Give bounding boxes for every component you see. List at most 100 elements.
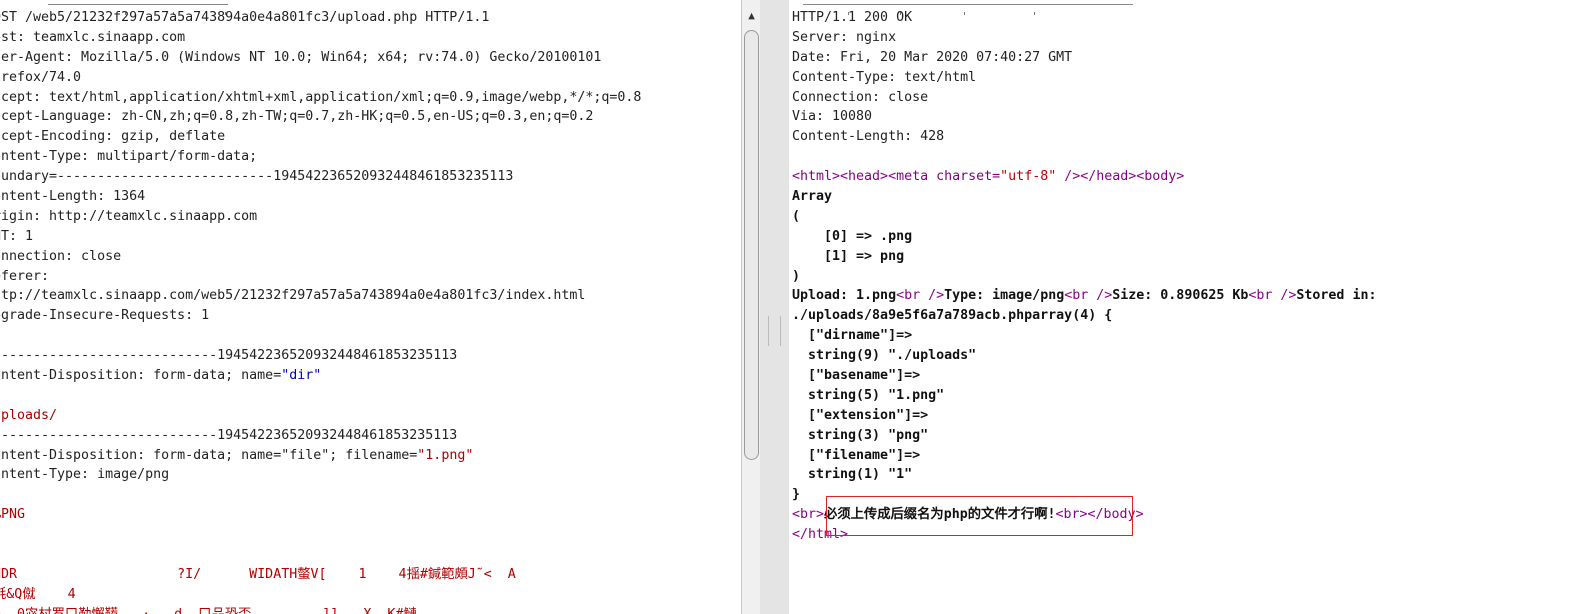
response-line: Server: nginx — [792, 28, 1376, 48]
request-line: ontent-Type: multipart/form-data; — [0, 147, 641, 167]
response-line: ​ — [792, 147, 1376, 167]
response-text-segment: string(9) "./uploads" — [792, 348, 977, 364]
request-line: ----------------------------194542236520… — [0, 426, 641, 446]
response-text-segment: HTTP/1.1 200 OK — [792, 10, 913, 25]
splitter-grip-icon[interactable] — [768, 316, 781, 346]
response-line: ["extension"]=> — [792, 406, 1376, 426]
request-vertical-scrollbar[interactable]: ▲ — [741, 0, 761, 614]
response-line: Array — [792, 187, 1376, 207]
request-text-segment: pgrade-Insecure-Requests: 1 — [0, 308, 210, 324]
response-viewer-pane[interactable]: HTTP/1.1 200 OK Server: nginx Date: Fri, 2… — [789, 0, 1582, 614]
response-text[interactable]: HTTP/1.1 200 OK Server: nginx Date: Fri, 2… — [792, 8, 1376, 545]
request-line: OST /web5/21232f297a57a5a743894a0e4a801f… — [0, 8, 641, 28]
request-text-segment: OST /web5/21232f297a57a5a743894a0e4a801f… — [0, 10, 490, 25]
request-text-segment: ser-Agent: Mozilla/5.0 (Windows NT 10.0;… — [0, 49, 602, 65]
response-text-segment: charset — [936, 169, 993, 185]
request-line: rigin: http://teamxlc.sinaapp.com — [0, 207, 641, 227]
request-line: NT: 1 — [0, 227, 641, 247]
request-text-segment: ccept: text/html,application/xhtml+xml,a… — [0, 89, 642, 105]
response-text-segment: ) — [792, 268, 801, 284]
response-text-segment: /></head><body> — [1056, 169, 1185, 185]
request-line: ‰PNG — [0, 505, 641, 525]
request-line: eferer: — [0, 267, 641, 287]
request-text-segment: ontent-Disposition: form-data; name= — [0, 368, 282, 384]
response-text-segment: Stored in: — [1296, 288, 1377, 304]
response-line: ) — [792, 267, 1376, 287]
response-line: Via: 10080 — [792, 107, 1376, 127]
scrollbar-thumb[interactable] — [744, 30, 759, 460]
request-line: ser-Agent: Mozilla/5.0 (Windows NT 10.0;… — [0, 48, 641, 68]
request-line: ontent-Disposition: form-data; name="fil… — [0, 446, 641, 466]
request-text-segment: eferer: — [0, 268, 50, 284]
response-line: Content-Type: text/html — [792, 68, 1376, 88]
response-text-segment: ["extension"]=> — [792, 407, 929, 423]
response-text-segment: 必须上传成后缀名为php的文件才行啊! — [824, 507, 1056, 523]
request-text-segment: ccept-Encoding: gzip, deflate — [0, 129, 226, 145]
request-line: ttp://teamxlc.sinaapp.com/web5/21232f297… — [0, 286, 641, 306]
response-text-segment: <html><head><meta — [792, 169, 937, 185]
request-line: ccept: text/html,application/xhtml+xml,a… — [0, 88, 641, 108]
response-text-segment: Content-Length: 428 — [792, 129, 945, 145]
request-line: ccept-Encoding: gzip, deflate — [0, 127, 641, 147]
response-line: string(1) "1" — [792, 465, 1376, 485]
response-text-segment: string(3) "png" — [792, 427, 929, 443]
request-text-segment: ttp://teamxlc.sinaapp.com/web5/21232f297… — [0, 288, 586, 304]
request-line: ​ — [0, 485, 641, 505]
response-line: Connection: close — [792, 88, 1376, 108]
response-line: ["filename"]=> — [792, 446, 1376, 466]
request-text-segment: ontent-Type: multipart/form-data; — [0, 149, 258, 165]
request-text-segment: 毹&Q僦 4 — [0, 586, 76, 602]
response-text-segment: <br /> — [1248, 288, 1297, 304]
request-line: ost: teamxlc.sinaapp.com — [0, 28, 641, 48]
response-text-segment: <br> — [792, 507, 825, 523]
request-text-segment: ost: teamxlc.sinaapp.com — [0, 29, 186, 45]
response-line: [0] => .png — [792, 227, 1376, 247]
request-line: ontent-Length: 1364 — [0, 187, 641, 207]
request-text-segment: irefox/74.0 — [0, 69, 82, 85]
response-text-segment: <br /> — [1064, 288, 1113, 304]
response-text-segment: Via: 10080 — [792, 109, 873, 125]
request-editor-pane[interactable]: OST /web5/21232f297a57a5a743894a0e4a801f… — [0, 0, 741, 614]
request-text-segment: ontent-Type: image/png — [0, 467, 170, 483]
request-text-segment: HDR ?I/ WIDATH螫V[ 1 4揺#鍼範頗J˜< A — [0, 566, 516, 582]
request-tab-strip — [48, 0, 228, 15]
request-line: ontent-Type: image/png — [0, 465, 641, 485]
request-text-segment: "1.png" — [417, 447, 474, 463]
request-text-segment: ontent-Length: 1364 — [0, 189, 146, 205]
request-line: onnection: close — [0, 247, 641, 267]
request-line: Ь 0宓村罗口勒懈鞯 · d 口品恐盃 ll X K#鰱 — [0, 605, 641, 614]
response-line: Date: Fri, 20 Mar 2020 07:40:27 GMT — [792, 48, 1376, 68]
response-text-segment: ["basename"]=> — [792, 368, 921, 384]
response-text-segment: string(1) "1" — [792, 467, 913, 483]
scroll-up-arrow-icon[interactable]: ▲ — [742, 6, 761, 25]
response-tab-strip — [803, 0, 1133, 15]
request-text[interactable]: OST /web5/21232f297a57a5a743894a0e4a801f… — [0, 8, 641, 614]
response-line: Content-Length: 428 — [792, 127, 1376, 147]
response-line: HTTP/1.1 200 OK — [792, 8, 1376, 28]
request-line: oundary=---------------------------19454… — [0, 167, 641, 187]
request-line: ​ — [0, 326, 641, 346]
response-text-segment: Type: image/png — [944, 288, 1065, 304]
response-line: [1] => png — [792, 247, 1376, 267]
response-text-segment: </html> — [792, 527, 849, 543]
response-text-segment: [0] => .png — [792, 228, 913, 244]
request-line: ----------------------------194542236520… — [0, 346, 641, 366]
response-text-segment: = — [992, 169, 1001, 185]
response-text-segment: "utf-8" — [1000, 169, 1057, 185]
response-line: ["basename"]=> — [792, 366, 1376, 386]
request-text-segment: Ь 0宓村罗口勒懈鞯 · d 口品恐盃 ll X K#鰱 — [0, 607, 417, 614]
request-text-segment: ----------------------------194542236520… — [0, 348, 458, 364]
request-text-segment: NT: 1 — [0, 228, 34, 244]
response-text-segment: ["dirname"]=> — [792, 328, 913, 344]
response-text-segment: ["filename"]=> — [792, 447, 921, 463]
response-line: string(3) "png" — [792, 426, 1376, 446]
request-line: ​ — [0, 386, 641, 406]
request-text-segment: ‰PNG — [0, 507, 26, 523]
request-text-segment: ----------------------------194542236520… — [0, 427, 458, 443]
request-line: irefox/74.0 — [0, 68, 641, 88]
request-line: ccept-Language: zh-CN,zh;q=0.8,zh-TW;q=0… — [0, 107, 641, 127]
request-text-segment: "dir" — [281, 368, 322, 384]
response-text-segment: ( — [792, 208, 801, 224]
response-line: Upload: 1.png<br />Type: image/png<br />… — [792, 286, 1376, 306]
pane-splitter[interactable] — [760, 0, 789, 614]
